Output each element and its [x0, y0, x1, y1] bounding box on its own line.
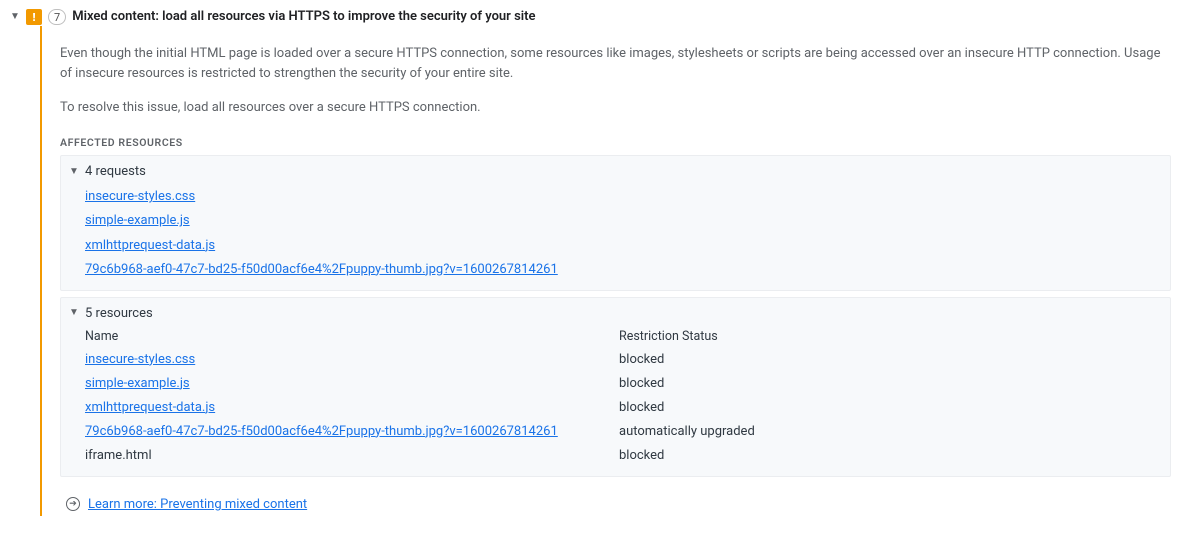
restriction-status: automatically upgraded [619, 420, 1162, 444]
chevron-down-icon: ▼ [69, 306, 79, 320]
column-header-name: Name [85, 329, 619, 344]
issue-title: Mixed content: load all resources via HT… [72, 8, 535, 26]
resource-link[interactable]: simple-example.js [85, 376, 190, 391]
resource-name: iframe.html [85, 448, 152, 463]
resource-link[interactable]: 79c6b968-aef0-47c7-bd25-f50d00acf6e4%2Fp… [85, 424, 558, 439]
request-link[interactable]: xmlhttprequest-data.js [85, 238, 215, 253]
restriction-status: blocked [619, 372, 1162, 396]
request-link[interactable]: insecure-styles.css [85, 189, 195, 204]
chevron-down-icon: ▼ [69, 165, 79, 179]
issue-description-2: To resolve this issue, load all resource… [60, 98, 1171, 118]
requests-panel-header[interactable]: ▼ 4 requests [61, 162, 1170, 183]
affected-resources-label: AFFECTED RESOURCES [60, 136, 1171, 149]
resource-link[interactable]: insecure-styles.css [85, 352, 195, 367]
requests-count-label: 4 requests [85, 164, 146, 179]
resources-panel: ▼ 5 resources Name Restriction Status in… [60, 297, 1171, 477]
restriction-status: blocked [619, 396, 1162, 420]
expand-issue-toggle[interactable]: ▼ [10, 8, 20, 26]
table-row: insecure-styles.css blocked [85, 348, 1162, 372]
learn-more-link[interactable]: Learn more: Preventing mixed content [88, 497, 307, 512]
resources-panel-header[interactable]: ▼ 5 resources [61, 304, 1170, 325]
request-link[interactable]: simple-example.js [85, 213, 190, 228]
request-link[interactable]: 79c6b968-aef0-47c7-bd25-f50d00acf6e4%2Fp… [85, 262, 558, 277]
column-header-status: Restriction Status [619, 329, 1162, 344]
restriction-status: blocked [619, 444, 1162, 468]
arrow-right-circle-icon: ➔ [66, 497, 80, 511]
resources-count-label: 5 resources [85, 306, 153, 321]
warning-icon: ! [26, 9, 42, 25]
table-row: iframe.html blocked [85, 444, 1162, 468]
issue-description-1: Even though the initial HTML page is loa… [60, 44, 1171, 84]
table-row: 79c6b968-aef0-47c7-bd25-f50d00acf6e4%2Fp… [85, 420, 1162, 444]
requests-panel: ▼ 4 requests insecure-styles.css simple-… [60, 155, 1171, 290]
restriction-status: blocked [619, 348, 1162, 372]
issue-count-badge: 7 [48, 9, 66, 25]
table-row: xmlhttprequest-data.js blocked [85, 396, 1162, 420]
table-row: simple-example.js blocked [85, 372, 1162, 396]
resource-link[interactable]: xmlhttprequest-data.js [85, 400, 215, 415]
